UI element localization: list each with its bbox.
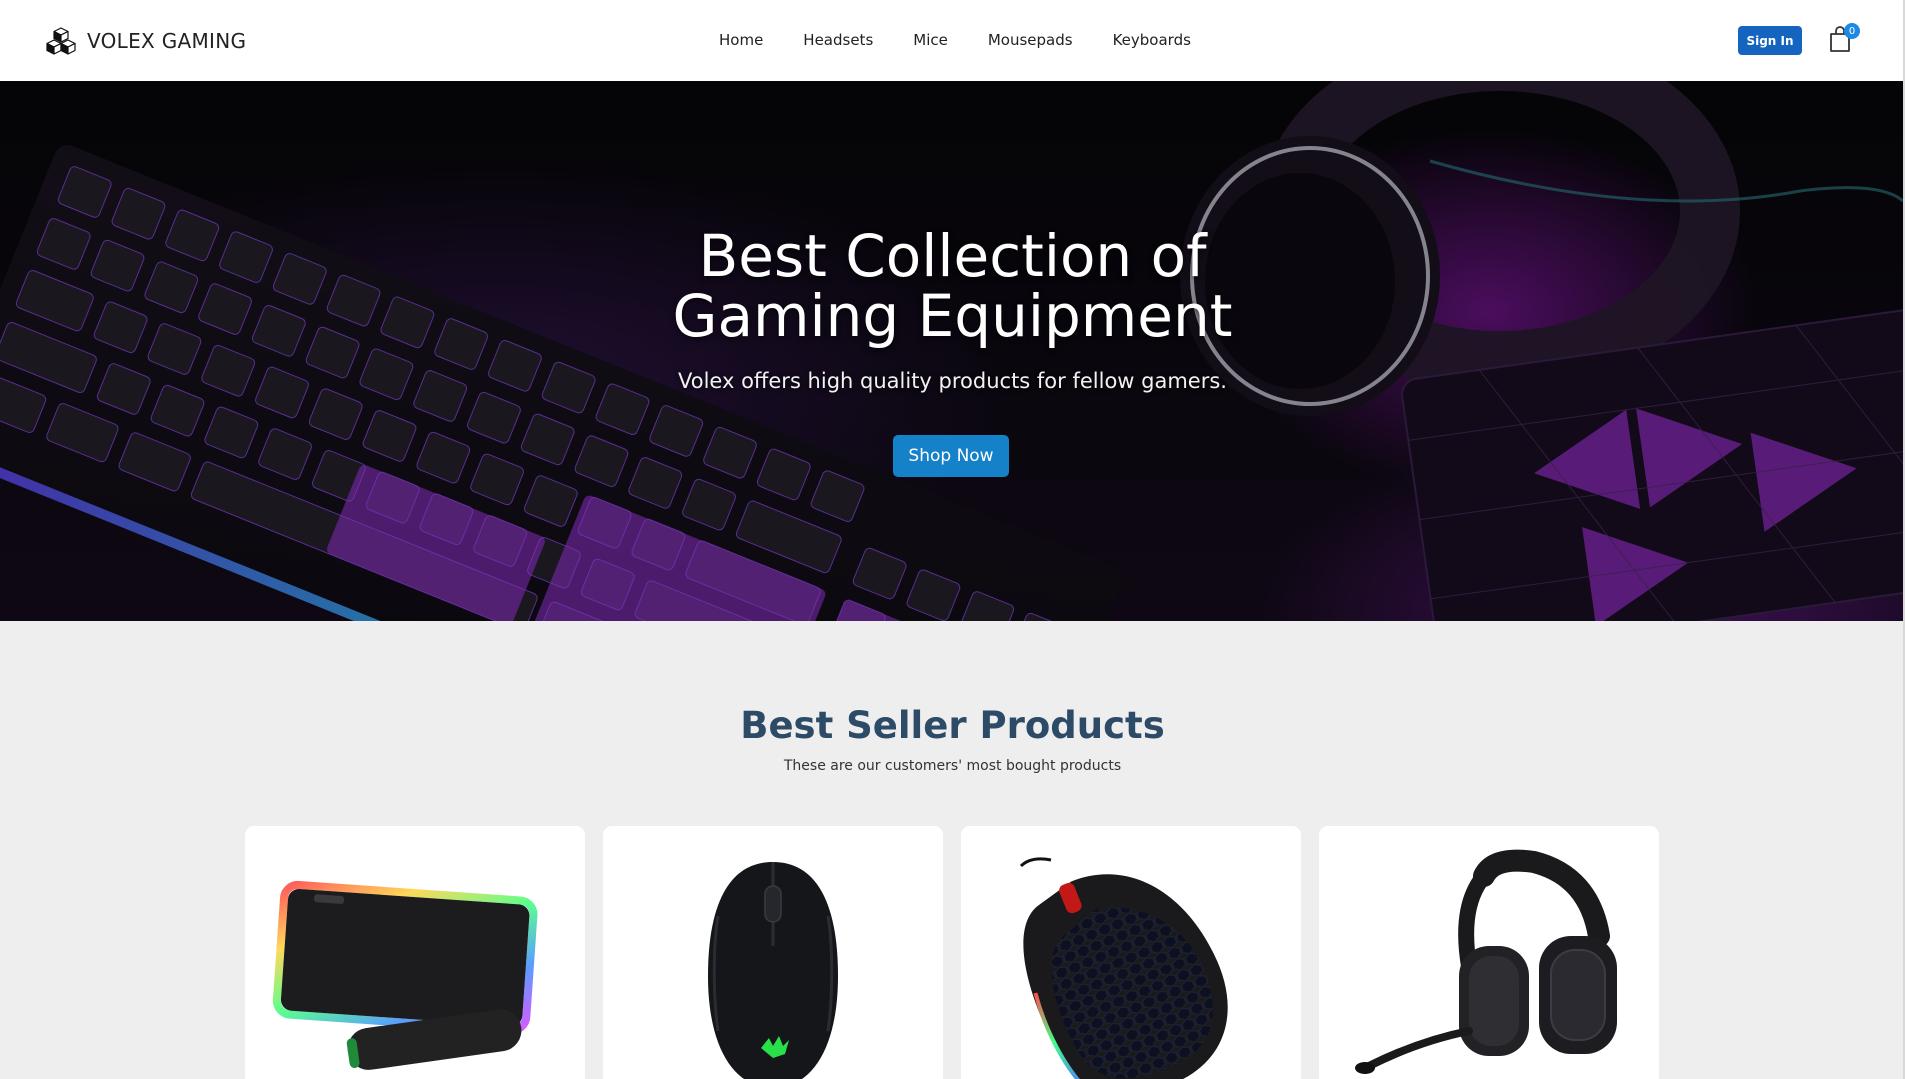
- main-nav: Home Headsets Mice Mousepads Keyboards: [719, 31, 1191, 49]
- gaming-mouse-image: [708, 862, 838, 1079]
- nav-link-headsets[interactable]: Headsets: [803, 31, 873, 49]
- nav-link-mousepads[interactable]: Mousepads: [988, 31, 1073, 49]
- hero-title-line2: Gaming Equipment: [672, 282, 1233, 350]
- product-card-4[interactable]: [1319, 826, 1659, 1079]
- hero-background-image: [0, 81, 1903, 621]
- product-card-3[interactable]: [961, 826, 1301, 1079]
- shop-now-button[interactable]: Shop Now: [893, 435, 1009, 477]
- hero-title-line1: Best Collection of: [698, 222, 1207, 290]
- cart-button[interactable]: 0: [1828, 22, 1860, 54]
- best-sellers-subtitle: These are our customers' most bought pro…: [783, 758, 1122, 774]
- nav-link-keyboards[interactable]: Keyboards: [1113, 31, 1191, 49]
- honeycomb-mouse-image: [1019, 857, 1228, 1079]
- nav-link-home[interactable]: Home: [719, 31, 763, 49]
- best-sellers-title: Best Seller Products: [740, 704, 1165, 747]
- nav-link-mice[interactable]: Mice: [913, 31, 948, 49]
- cubes-icon: [45, 26, 77, 56]
- navbar: VOLEX GAMING Home Headsets Mice Mousepad…: [0, 0, 1905, 81]
- hero-banner: Best Collection of Gaming Equipment Vole…: [0, 81, 1903, 621]
- product-card-2[interactable]: [603, 826, 943, 1079]
- cart-count-badge: 0: [1844, 23, 1860, 39]
- brand-name: VOLEX GAMING: [87, 29, 247, 53]
- hero-subtitle: Volex offers high quality products for f…: [678, 369, 1227, 393]
- sign-in-button[interactable]: Sign In: [1738, 26, 1802, 55]
- gaming-headset-image: [1355, 849, 1617, 1074]
- hero-title: Best Collection of Gaming Equipment: [560, 226, 1345, 346]
- brand-logo[interactable]: VOLEX GAMING: [45, 26, 246, 56]
- product-card-1[interactable]: [245, 826, 585, 1079]
- rgb-mousepad-image: [272, 880, 538, 1070]
